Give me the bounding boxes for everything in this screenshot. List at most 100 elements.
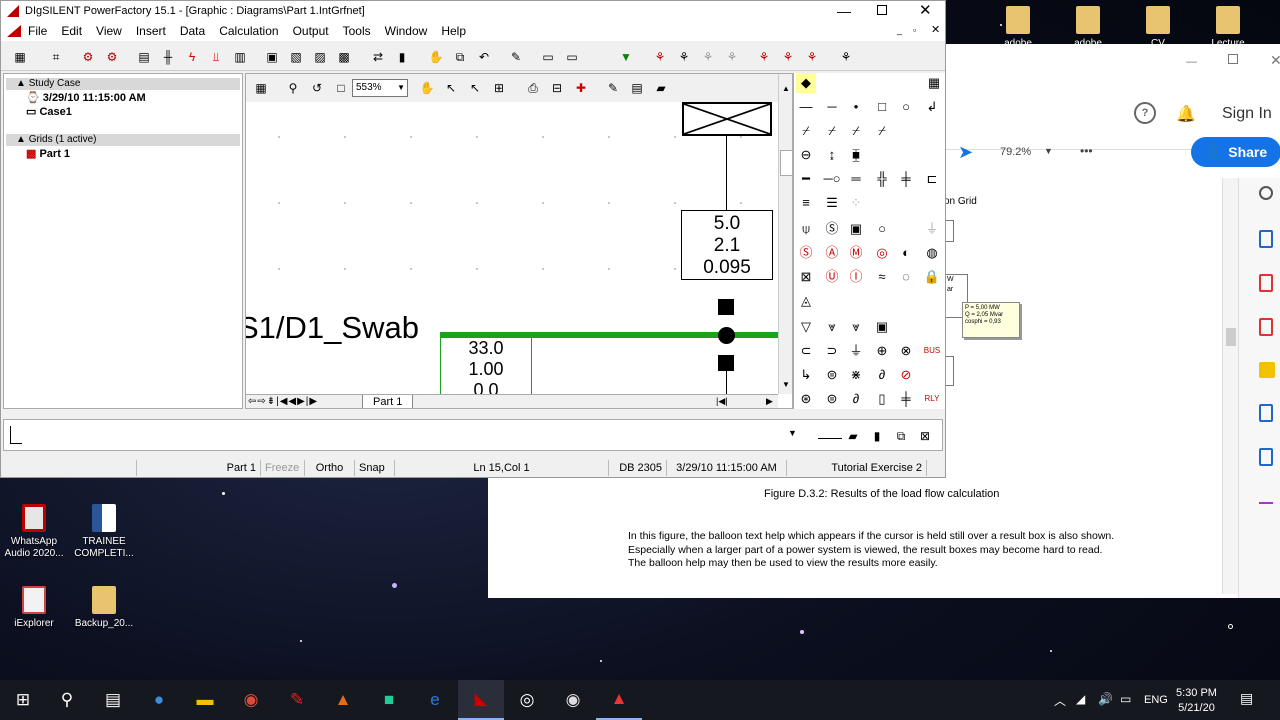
volume-icon[interactable]: 🔊 [1098, 692, 1113, 706]
graphic-canvas[interactable]: ▦ ⚲ ↺ □ 553% ▼ ✋ ↖ ↖ ⊞ ⎙ ⊟ ✚ ✎ ▤ ▰ 5.0 2.… [245, 73, 793, 409]
converter-icon[interactable]: ◐ [896, 243, 916, 263]
mdi-restore-button[interactable]: ▫ [913, 25, 916, 35]
reactor-icon[interactable]: ∂ [872, 365, 892, 385]
bus-tie-icon[interactable]: ⊏ [922, 169, 942, 189]
network-icon[interactable]: ◢ [1076, 692, 1085, 706]
hscroll-right[interactable]: ▶ [766, 396, 773, 407]
menu-window[interactable]: Window [378, 24, 435, 38]
line-icon[interactable]: — [796, 97, 816, 117]
organize-pages-icon[interactable] [1259, 318, 1273, 336]
bus-result-box[interactable]: 33.0 1.00 0.0 [440, 338, 532, 398]
desktop-icon-backup[interactable]: Backup_20... [72, 586, 136, 630]
switch-icon[interactable]: ⌿ [822, 121, 842, 141]
ct-icon[interactable]: ▽ [796, 317, 816, 337]
print-results-icon[interactable]: ▣ [263, 48, 281, 66]
copy-icon[interactable]: ⧉ [892, 427, 910, 445]
network-model-icon[interactable]: ⌗ [47, 48, 65, 66]
multi-icon[interactable]: ⊛ [796, 389, 816, 409]
legend-icon[interactable]: ▤ [628, 79, 646, 97]
drawing-format-icon[interactable]: ⊟ [548, 79, 566, 97]
menu-data[interactable]: Data [173, 24, 212, 38]
zoom-back-icon[interactable]: ↺ [308, 79, 326, 97]
tool-h-icon[interactable]: ⚘ [837, 48, 855, 66]
cmd-field[interactable] [818, 438, 842, 439]
sync-icon[interactable]: ⇄ [369, 48, 387, 66]
zoom-select[interactable]: 79.2% [1000, 146, 1031, 158]
chevron-down-icon[interactable]: ▼ [1044, 146, 1053, 156]
notification-icon[interactable]: ▤ [1240, 690, 1253, 707]
triple-bus-icon[interactable]: ≡ [796, 193, 816, 213]
menu-insert[interactable]: Insert [129, 24, 173, 38]
status-freeze[interactable]: Freeze [261, 460, 305, 476]
calculate-load-flow-icon[interactable]: ⚙ [79, 48, 97, 66]
current-source-icon[interactable]: Ⓘ [846, 267, 866, 287]
share-button[interactable]: 👤 Share [1191, 137, 1280, 167]
camera-icon[interactable]: ▣ [872, 317, 892, 337]
graphic-layers-icon[interactable]: ▦ [252, 79, 270, 97]
tool-b-icon[interactable]: ⚘ [675, 48, 693, 66]
mdi-close-button[interactable]: ✕ [931, 23, 940, 36]
command-bar[interactable]: ▼ ▰ ▮ ⧉ ⊠ [3, 419, 943, 451]
pointer-tool-icon[interactable]: ➤ [958, 142, 973, 163]
close-button[interactable]: ✕ [1270, 52, 1280, 69]
maximize-button[interactable] [1228, 54, 1238, 64]
tray-chevron-icon[interactable]: ︿ [1054, 692, 1066, 709]
text-icon[interactable]: ✎ [604, 79, 622, 97]
variations-icon[interactable]: ▧ [287, 48, 305, 66]
pump-icon[interactable]: ⊜ [822, 389, 842, 409]
load-icon[interactable]: ⍦ [796, 219, 816, 239]
study-case-date[interactable]: ⌚ 3/29/10 11:15:00 AM [26, 91, 146, 104]
sync-machine-icon[interactable]: Ⓢ [796, 243, 816, 263]
bus-node[interactable] [718, 327, 735, 344]
bell-icon[interactable]: 🔔 [1176, 104, 1196, 124]
cmd-scroll-down[interactable]: ▼ [788, 428, 797, 438]
tool-f-icon[interactable]: ⚘ [779, 48, 797, 66]
arc-icon[interactable]: ∂ [846, 389, 866, 409]
scroll-down-icon[interactable]: ▼ [782, 380, 790, 389]
shunt-icon[interactable]: ⊕ [872, 341, 892, 361]
battery-icon[interactable]: ▭ [1120, 692, 1131, 706]
rectangle-icon[interactable]: □ [872, 97, 892, 117]
palette-window-icon[interactable]: ▦ [924, 73, 944, 93]
double-bus-icon[interactable]: ═ [846, 169, 866, 189]
hand-icon[interactable]: ✋ [427, 48, 445, 66]
dot-icon[interactable]: • [846, 97, 866, 117]
circle-element-icon[interactable]: ○ [872, 219, 892, 239]
scroll-up-icon[interactable]: ▲ [782, 84, 790, 93]
language-indicator[interactable]: ENG [1144, 694, 1168, 706]
arrow-down-icon[interactable]: ▼ [617, 48, 635, 66]
relay-icon[interactable]: ⫫ [207, 48, 225, 66]
ac-source-icon[interactable]: ≈ [872, 267, 892, 287]
filter-icon[interactable]: ⊜ [822, 365, 842, 385]
clock[interactable]: 5:30 PM 5/21/20 [1176, 686, 1217, 716]
tool-e-icon[interactable]: ⚘ [755, 48, 773, 66]
breaker-square[interactable] [718, 355, 734, 371]
breaker-square[interactable] [718, 299, 734, 315]
taskbar-app-globe[interactable]: ● [136, 680, 182, 720]
cross-icon[interactable]: ╪ [896, 389, 916, 409]
scrollbar[interactable] [1222, 178, 1238, 594]
edit-icon[interactable] [1259, 448, 1273, 466]
static-gen-icon[interactable]: ▣ [846, 219, 866, 239]
scroll-thumb[interactable] [1226, 328, 1236, 346]
sign-icon[interactable] [1259, 490, 1273, 504]
panel-icon[interactable]: ▭ [563, 48, 581, 66]
harmonic-icon[interactable]: ◬ [796, 291, 816, 311]
scenario-icon[interactable]: ▨ [311, 48, 329, 66]
zoom-level-select[interactable]: 553% ▼ [352, 79, 408, 97]
minimize-button[interactable]: — [1186, 56, 1197, 68]
relay-label-icon[interactable]: RLY [922, 389, 942, 409]
flexible-data-icon[interactable]: ╫ [159, 48, 177, 66]
task-view-icon[interactable]: ▤ [90, 680, 136, 720]
transformer-symbol[interactable] [682, 102, 772, 136]
bus-label-icon[interactable]: BUS [922, 341, 942, 361]
menu-tools[interactable]: Tools [336, 24, 378, 38]
copy-icon[interactable]: ⧉ [451, 48, 469, 66]
ground-icon[interactable]: ⏚ [922, 219, 942, 239]
async-machine-icon[interactable]: Ⓐ [822, 243, 842, 263]
transformer-2w-icon[interactable]: ⊂ [796, 341, 816, 361]
results-icon[interactable]: ▥ [231, 48, 249, 66]
substation-b-icon[interactable]: ╪ [896, 169, 916, 189]
taskbar-app-chrome[interactable]: ◉ [228, 680, 274, 720]
study-case-header[interactable]: ▲ Study Case [6, 78, 240, 90]
